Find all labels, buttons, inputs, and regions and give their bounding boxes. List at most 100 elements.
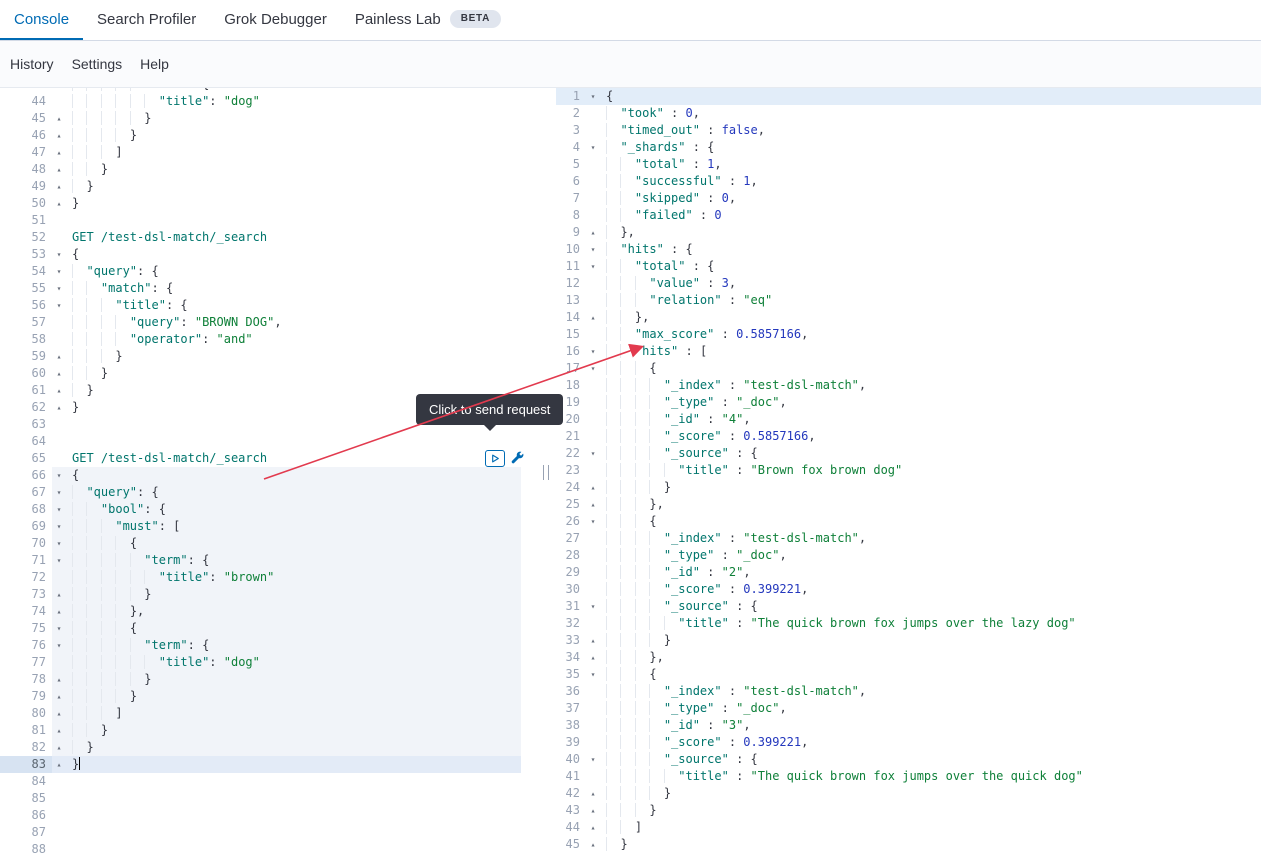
code-line[interactable]: 59▴ } xyxy=(0,348,538,365)
code-line[interactable]: 51 xyxy=(0,212,538,229)
code-line[interactable]: 32 "title" : "The quick brown fox jumps … xyxy=(556,615,1261,632)
fold-toggle-icon[interactable]: ▾ xyxy=(586,598,600,615)
code-line[interactable]: 17▾ { xyxy=(556,360,1261,377)
fold-toggle-icon[interactable]: ▴ xyxy=(586,802,600,819)
code-line[interactable]: 16▾ "hits" : [ xyxy=(556,343,1261,360)
fold-toggle-icon[interactable]: ▾ xyxy=(52,620,66,637)
fold-toggle-icon[interactable]: ▴ xyxy=(52,756,66,773)
fold-toggle-icon[interactable]: ▴ xyxy=(52,705,66,722)
code-line[interactable]: 80▴ ] xyxy=(0,705,538,722)
code-line[interactable]: 87 xyxy=(0,824,538,841)
fold-toggle-icon[interactable]: ▾ xyxy=(586,258,600,275)
code-line[interactable]: 24▴ } xyxy=(556,479,1261,496)
code-line[interactable]: 83▴} xyxy=(0,756,538,773)
fold-toggle-icon[interactable]: ▴ xyxy=(586,649,600,666)
fold-toggle-icon[interactable]: ▴ xyxy=(52,586,66,603)
code-line[interactable]: 2 "took" : 0, xyxy=(556,105,1261,122)
code-line[interactable]: 88 xyxy=(0,841,538,858)
code-line[interactable]: 44 "title": "dog" xyxy=(0,93,538,110)
code-line[interactable]: 19 "_type" : "_doc", xyxy=(556,394,1261,411)
code-line[interactable]: 31▾ "_source" : { xyxy=(556,598,1261,615)
response-viewer[interactable]: 1▾{2 "took" : 0,3 "timed_out" : false,4▾… xyxy=(556,88,1261,860)
code-line[interactable]: 67▾ "query": { xyxy=(0,484,538,501)
fold-toggle-icon[interactable]: ▾ xyxy=(52,246,66,263)
fold-toggle-icon[interactable]: ▾ xyxy=(52,552,66,569)
code-line[interactable]: 30 "_score" : 0.399221, xyxy=(556,581,1261,598)
fold-toggle-icon[interactable]: ▾ xyxy=(52,535,66,552)
fold-toggle-icon[interactable]: ▴ xyxy=(52,688,66,705)
code-line[interactable]: 78▴ } xyxy=(0,671,538,688)
code-line[interactable]: 4▾ "_shards" : { xyxy=(556,139,1261,156)
code-line[interactable]: 33▴ } xyxy=(556,632,1261,649)
code-line[interactable]: 76▾ "term": { xyxy=(0,637,538,654)
fold-toggle-icon[interactable]: ▴ xyxy=(52,603,66,620)
code-line[interactable]: 70▾ { xyxy=(0,535,538,552)
code-line[interactable]: 9▴ }, xyxy=(556,224,1261,241)
fold-toggle-icon[interactable]: ▴ xyxy=(52,739,66,756)
code-line[interactable]: 12 "value" : 3, xyxy=(556,275,1261,292)
menu-help[interactable]: Help xyxy=(140,56,169,72)
panel-resizer-handle[interactable] xyxy=(543,465,549,480)
code-line[interactable]: 55▾ "match": { xyxy=(0,280,538,297)
fold-toggle-icon[interactable]: ▾ xyxy=(586,88,600,105)
fold-toggle-icon[interactable]: ▴ xyxy=(52,722,66,739)
code-line[interactable]: 1▾{ xyxy=(556,88,1261,105)
fold-toggle-icon[interactable]: ▴ xyxy=(52,144,66,161)
code-line[interactable]: 44▴ ] xyxy=(556,819,1261,836)
code-line[interactable]: 58 "operator": "and" xyxy=(0,331,538,348)
code-line[interactable]: 27 "_index" : "test-dsl-match", xyxy=(556,530,1261,547)
code-line[interactable]: 68▾ "bool": { xyxy=(0,501,538,518)
fold-toggle-icon[interactable]: ▾ xyxy=(586,343,600,360)
fold-toggle-icon[interactable]: ▴ xyxy=(52,195,66,212)
code-line[interactable]: 73▴ } xyxy=(0,586,538,603)
code-line[interactable]: 86 xyxy=(0,807,538,824)
tab-painless-lab[interactable]: Painless Lab BETA xyxy=(341,0,515,40)
code-line[interactable]: 53▾{ xyxy=(0,246,538,263)
code-line[interactable]: 75▾ { xyxy=(0,620,538,637)
code-line[interactable]: 7 "skipped" : 0, xyxy=(556,190,1261,207)
code-line[interactable]: 45▴ } xyxy=(556,836,1261,853)
code-line[interactable]: 72 "title": "brown" xyxy=(0,569,538,586)
code-line[interactable]: 84 xyxy=(0,773,538,790)
code-line[interactable]: 45▴ } xyxy=(0,110,538,127)
fold-toggle-icon[interactable]: ▾ xyxy=(52,501,66,518)
code-line[interactable]: 25▴ }, xyxy=(556,496,1261,513)
code-line[interactable]: 26▾ { xyxy=(556,513,1261,530)
request-options-button[interactable] xyxy=(508,450,526,467)
code-line[interactable]: 82▴ } xyxy=(0,739,538,756)
code-line[interactable]: 40▾ "_source" : { xyxy=(556,751,1261,768)
code-line[interactable]: 50▴} xyxy=(0,195,538,212)
fold-toggle-icon[interactable]: ▾ xyxy=(52,637,66,654)
code-line[interactable]: 48▴ } xyxy=(0,161,538,178)
code-line[interactable]: 5 "total" : 1, xyxy=(556,156,1261,173)
code-line[interactable]: 28 "_type" : "_doc", xyxy=(556,547,1261,564)
code-line[interactable]: 46▴ } xyxy=(0,127,538,144)
fold-toggle-icon[interactable]: ▴ xyxy=(586,479,600,496)
fold-toggle-icon[interactable]: ▾ xyxy=(52,467,66,484)
fold-toggle-icon[interactable]: ▴ xyxy=(52,161,66,178)
code-line[interactable]: 18 "_index" : "test-dsl-match", xyxy=(556,377,1261,394)
code-line[interactable]: 35▾ { xyxy=(556,666,1261,683)
code-line[interactable]: 79▴ } xyxy=(0,688,538,705)
fold-toggle-icon[interactable]: ▾ xyxy=(586,445,600,462)
fold-toggle-icon[interactable]: ▴ xyxy=(586,309,600,326)
code-line[interactable]: 71▾ "term": { xyxy=(0,552,538,569)
code-line[interactable]: 42▴ } xyxy=(556,785,1261,802)
code-line[interactable]: 52GET /test-dsl-match/_search xyxy=(0,229,538,246)
code-line[interactable]: 36 "_index" : "test-dsl-match", xyxy=(556,683,1261,700)
code-line[interactable]: 39 "_score" : 0.399221, xyxy=(556,734,1261,751)
tab-search-profiler[interactable]: Search Profiler xyxy=(83,0,210,40)
fold-toggle-icon[interactable]: ▴ xyxy=(586,836,600,853)
fold-toggle-icon[interactable]: ▴ xyxy=(52,382,66,399)
code-line[interactable]: 43▴ } xyxy=(556,802,1261,819)
code-line[interactable]: 6 "successful" : 1, xyxy=(556,173,1261,190)
code-line[interactable]: 10▾ "hits" : { xyxy=(556,241,1261,258)
fold-toggle-icon[interactable]: ▾ xyxy=(586,513,600,530)
fold-toggle-icon[interactable]: ▾ xyxy=(586,139,600,156)
fold-toggle-icon[interactable]: ▾ xyxy=(586,360,600,377)
code-line[interactable]: 66▾{ xyxy=(0,467,538,484)
fold-toggle-icon[interactable]: ▴ xyxy=(52,110,66,127)
request-editor[interactable]: 43▾ "term": {44 "title": "dog"45▴ }46▴ }… xyxy=(0,88,538,860)
code-line[interactable]: 60▴ } xyxy=(0,365,538,382)
fold-toggle-icon[interactable]: ▾ xyxy=(52,484,66,501)
